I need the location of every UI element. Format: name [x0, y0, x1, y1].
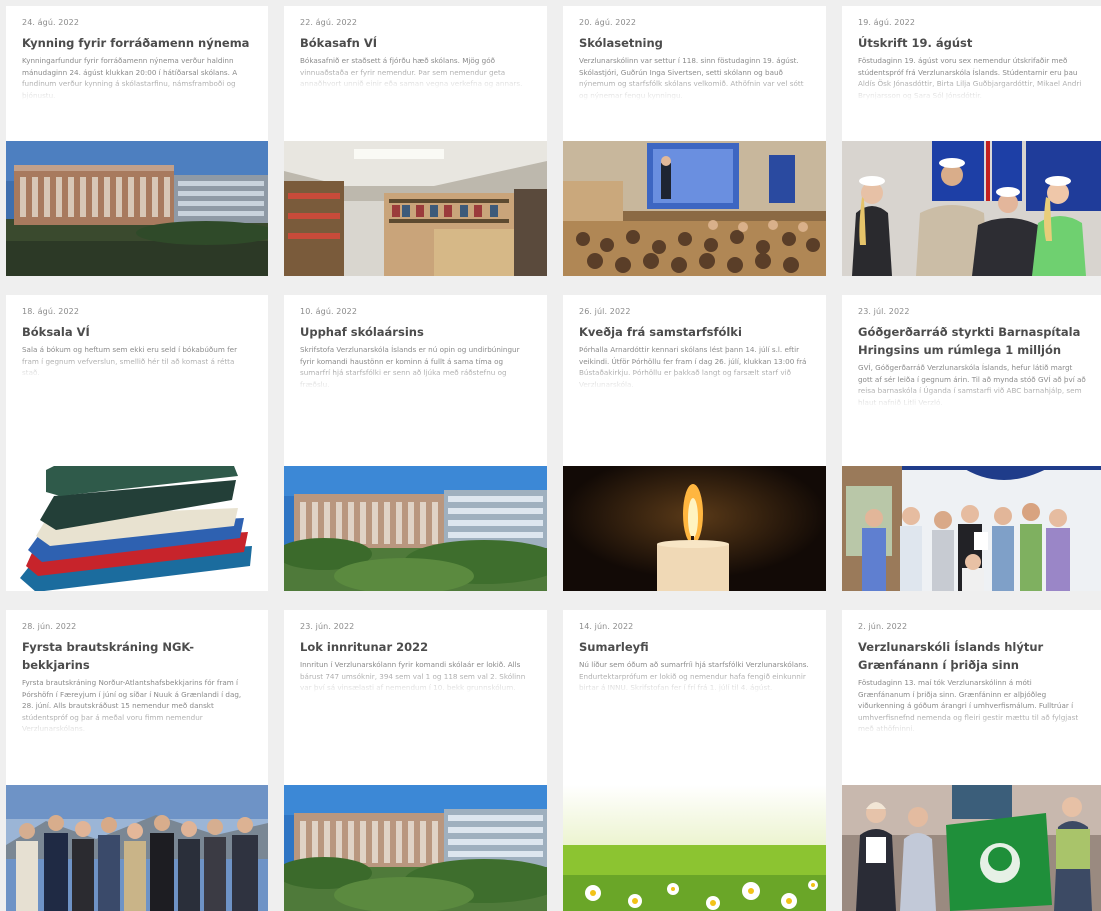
card-date: 23. júl. 2022	[858, 307, 910, 316]
card-image-graduates[interactable]	[842, 141, 1101, 276]
news-card[interactable]: 28. jún. 2022 Fyrsta brautskráning NGK-b…	[6, 610, 268, 911]
card-title[interactable]: Verzlunarskóli Íslands hlýtur Grænfánann…	[858, 638, 1086, 674]
card-image-school-building-green[interactable]	[284, 466, 547, 591]
card-image-green-flag[interactable]	[842, 785, 1101, 911]
card-title[interactable]: Kynning fyrir forráðamenn nýnema	[22, 34, 253, 52]
card-excerpt: Föstudaginn 19. ágúst voru sex nemendur …	[858, 56, 1082, 100]
card-excerpt: Nú líður sem óðum að sumarfríi hjá starf…	[579, 660, 809, 692]
card-date: 23. jún. 2022	[300, 622, 355, 631]
news-card[interactable]: 23. jún. 2022 Lok innritunar 2022 Innrit…	[284, 610, 547, 911]
card-image-hospital-group[interactable]	[842, 466, 1101, 591]
card-date: 10. ágú. 2022	[300, 307, 358, 316]
news-card[interactable]: 18. ágú. 2022 Bóksala VÍ Sala á bókum og…	[6, 295, 268, 591]
card-excerpt: Innritun í Verzlunarskólann fyrir komand…	[300, 660, 526, 692]
card-date: 28. jún. 2022	[22, 622, 77, 631]
card-image-library[interactable]	[284, 141, 547, 276]
card-title[interactable]: Fyrsta brautskráning NGK-bekkjarins	[22, 638, 253, 674]
news-card[interactable]: 24. ágú. 2022 Kynning fyrir forráðamenn …	[6, 6, 268, 276]
card-excerpt: GVÍ, Góðgerðarráð Verzlunarskóla Íslands…	[858, 363, 1086, 407]
card-image-daisies[interactable]	[563, 785, 826, 911]
news-card[interactable]: 22. ágú. 2022 Bókasafn VÍ Bókasafnið er …	[284, 6, 547, 276]
card-date: 26. júl. 2022	[579, 307, 631, 316]
card-image-books[interactable]	[6, 466, 268, 591]
card-title[interactable]: Góðgerðarráð styrkti Barnaspítala Hrings…	[858, 323, 1086, 359]
card-title[interactable]: Útskrift 19. ágúst	[858, 34, 1086, 52]
card-excerpt: Bókasafnið er staðsett á fjórðu hæð skól…	[300, 56, 523, 88]
news-card[interactable]: 2. jún. 2022 Verzlunarskóli Íslands hlýt…	[842, 610, 1101, 911]
card-title[interactable]: Bóksala VÍ	[22, 323, 253, 341]
card-excerpt: Verzlunarskólinn var settur í 118. sinn …	[579, 56, 804, 100]
card-title[interactable]: Upphaf skólaársins	[300, 323, 532, 341]
card-image-candle[interactable]	[563, 466, 826, 591]
news-card[interactable]: 23. júl. 2022 Góðgerðarráð styrkti Barna…	[842, 295, 1101, 591]
card-title[interactable]: Bókasafn VÍ	[300, 34, 532, 52]
card-date: 20. ágú. 2022	[579, 18, 637, 27]
card-date: 19. ágú. 2022	[858, 18, 916, 27]
card-date: 22. ágú. 2022	[300, 18, 358, 27]
card-image-school-building-green[interactable]	[284, 785, 547, 911]
card-title[interactable]: Kveðja frá samstarfsfólki	[579, 323, 811, 341]
card-excerpt: Skrifstofa Verzlunarskóla Íslands er nú …	[300, 345, 520, 389]
news-grid: 24. ágú. 2022 Kynning fyrir forráðamenn …	[6, 6, 1101, 911]
card-date: 18. ágú. 2022	[22, 307, 80, 316]
card-excerpt: Fyrsta brautskráning Norður-Atlantshafsb…	[22, 678, 242, 733]
news-card[interactable]: 26. júl. 2022 Kveðja frá samstarfsfólki …	[563, 295, 826, 591]
card-excerpt: Þórhalla Arnardóttir kennari skólans lés…	[579, 345, 807, 389]
card-image-ngk-group[interactable]	[6, 785, 268, 911]
card-image-school-building[interactable]	[6, 141, 268, 276]
card-excerpt: Kynningarfundur fyrir forráðamenn nýnema…	[22, 56, 238, 100]
news-card[interactable]: 10. ágú. 2022 Upphaf skólaársins Skrifst…	[284, 295, 547, 591]
card-title[interactable]: Lok innritunar 2022	[300, 638, 532, 656]
card-excerpt: Föstudaginn 13. maí tók Verzlunarskólinn…	[858, 678, 1079, 733]
card-excerpt: Sala á bókum og heftum sem ekki eru seld…	[22, 345, 238, 377]
card-date: 2. jún. 2022	[858, 622, 908, 631]
card-date: 14. jún. 2022	[579, 622, 634, 631]
card-image-lecture[interactable]	[563, 141, 826, 276]
card-title[interactable]: Skólasetning	[579, 34, 811, 52]
news-card[interactable]: 14. jún. 2022 Sumarleyfi Nú líður sem óð…	[563, 610, 826, 911]
news-card[interactable]: 20. ágú. 2022 Skólasetning Verzlunarskól…	[563, 6, 826, 276]
card-date: 24. ágú. 2022	[22, 18, 80, 27]
card-title[interactable]: Sumarleyfi	[579, 638, 811, 656]
news-card[interactable]: 19. ágú. 2022 Útskrift 19. ágúst Föstuda…	[842, 6, 1101, 276]
